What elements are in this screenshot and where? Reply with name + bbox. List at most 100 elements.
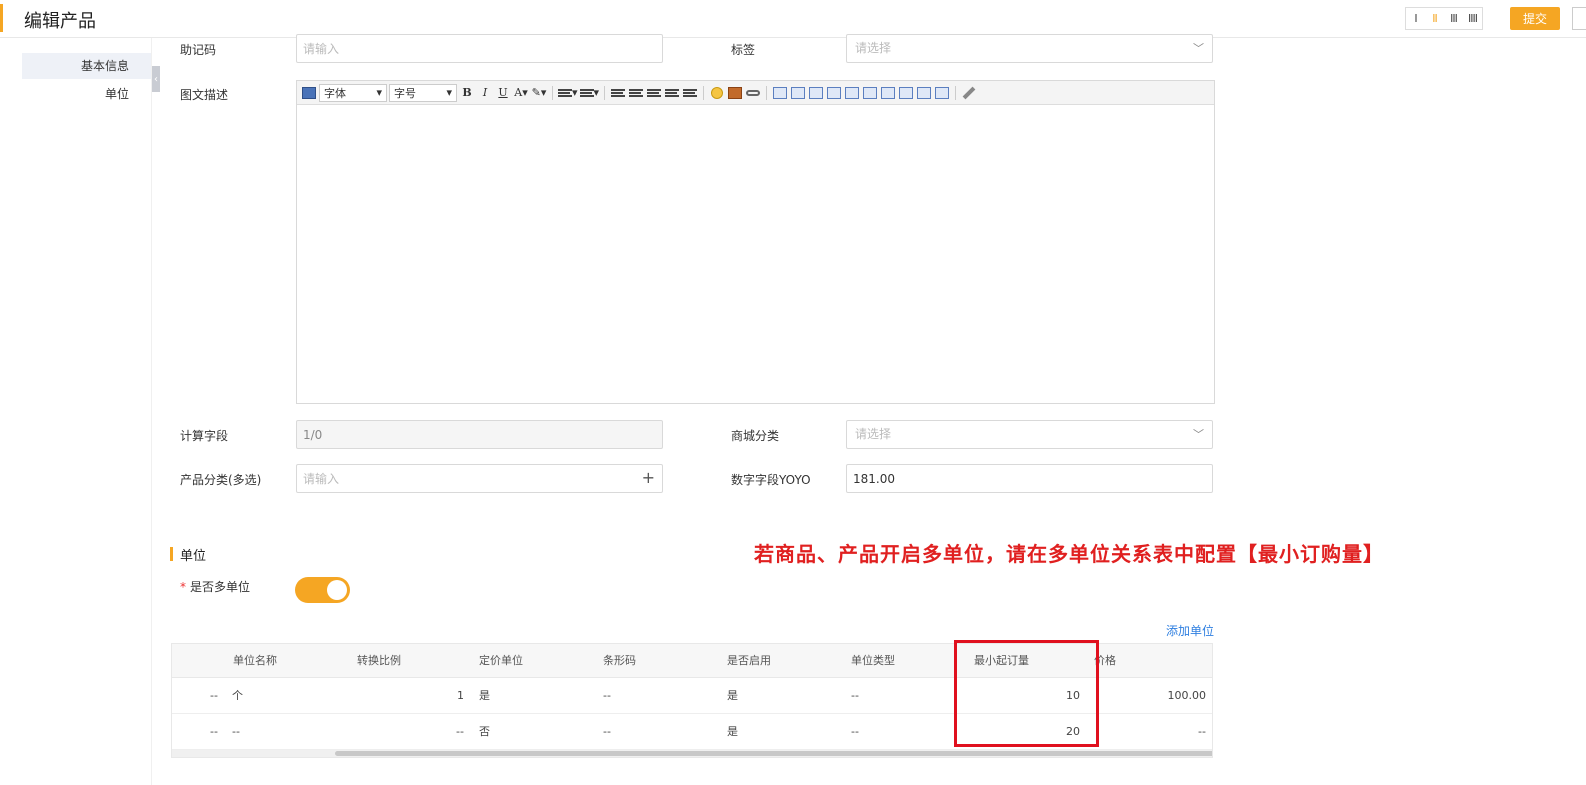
product-category-label: 产品分类(多选) bbox=[180, 473, 262, 487]
unordered-list-button[interactable]: ▾ bbox=[579, 84, 599, 102]
collapse-nav-toggle[interactable]: ‹ bbox=[152, 66, 160, 92]
column-header-conversion-ratio: 转换比例 bbox=[357, 654, 401, 667]
layout-4-column-button[interactable]: IIII bbox=[1463, 8, 1482, 29]
align-left-icon bbox=[629, 88, 644, 97]
insert-column-icon bbox=[863, 86, 878, 99]
tag-label: 标签 bbox=[731, 43, 756, 57]
page-title: 编辑产品 bbox=[24, 11, 96, 32]
indent-button[interactable] bbox=[610, 84, 626, 102]
link-icon bbox=[746, 89, 761, 96]
layout-switcher: I II III IIII bbox=[1405, 7, 1483, 30]
mnemonic-label: 助记码 bbox=[180, 43, 217, 57]
unit-name-cell: 个 bbox=[232, 689, 243, 702]
mall-category-label: 商城分类 bbox=[731, 429, 780, 443]
tag-select-placeholder: 请选择 bbox=[855, 41, 892, 55]
tag-select[interactable]: 请选择 ﹀ bbox=[846, 34, 1213, 63]
italic-button[interactable]: I bbox=[477, 84, 493, 102]
row-lead-cell: -- bbox=[210, 689, 218, 702]
editor-content-area[interactable] bbox=[297, 106, 1214, 403]
font-size-label: 字号 bbox=[394, 86, 416, 100]
toolbar-divider bbox=[955, 85, 957, 100]
font-family-select[interactable]: 字体 ▾ bbox=[319, 83, 387, 102]
add-icon[interactable]: + bbox=[642, 464, 655, 491]
dropdown-arrow-icon: ▾ bbox=[522, 86, 528, 99]
align-left-button[interactable] bbox=[628, 84, 644, 102]
align-right-button[interactable] bbox=[664, 84, 680, 102]
toolbar-divider bbox=[766, 85, 768, 100]
insert-table-button[interactable] bbox=[772, 84, 788, 102]
justify-button[interactable] bbox=[682, 84, 698, 102]
number-field-input[interactable] bbox=[846, 464, 1213, 493]
font-color-button[interactable]: A ▾ bbox=[513, 84, 529, 102]
horizontal-scrollbar[interactable] bbox=[172, 750, 1212, 757]
image-icon bbox=[728, 86, 743, 99]
eraser-icon bbox=[962, 86, 976, 99]
nav-item-unit[interactable]: 单位 bbox=[105, 85, 129, 102]
mall-category-select[interactable]: 请选择 ﹀ bbox=[846, 420, 1213, 449]
scrollbar-thumb[interactable] bbox=[335, 751, 1212, 756]
split-cells-button[interactable] bbox=[916, 84, 932, 102]
product-category-input[interactable] bbox=[296, 464, 663, 493]
multi-unit-toggle[interactable] bbox=[295, 577, 350, 603]
highlight-icon: ✎ bbox=[531, 86, 541, 99]
add-unit-link[interactable]: 添加单位 bbox=[1166, 622, 1214, 639]
delete-column-button[interactable] bbox=[880, 84, 896, 102]
conversion-ratio-cell: -- bbox=[456, 725, 464, 738]
emoji-button[interactable] bbox=[709, 84, 725, 102]
enabled-cell: 是 bbox=[727, 689, 738, 702]
merge-cells-button[interactable] bbox=[898, 84, 914, 102]
bold-button[interactable]: B bbox=[459, 84, 475, 102]
delete-column-icon bbox=[881, 86, 896, 99]
ordered-list-button[interactable]: ▾ bbox=[558, 84, 578, 102]
layout-2-column-button[interactable]: II bbox=[1425, 8, 1444, 29]
column-header-unit-type: 单位类型 bbox=[851, 654, 895, 667]
font-family-label: 字体 bbox=[324, 86, 346, 100]
image-button[interactable] bbox=[727, 84, 743, 102]
delete-table-icon bbox=[935, 86, 950, 99]
indent-icon bbox=[611, 88, 626, 97]
chevron-down-icon: ﹀ bbox=[1193, 42, 1204, 55]
section-accent-bar bbox=[170, 547, 173, 561]
ordered-list-icon bbox=[558, 88, 572, 97]
unit-type-cell: -- bbox=[851, 689, 859, 702]
layout-1-column-button[interactable]: I bbox=[1406, 8, 1425, 29]
multi-unit-label-text: 是否多单位 bbox=[190, 580, 251, 594]
title-accent-bar bbox=[0, 4, 3, 32]
dropdown-arrow-icon: ▾ bbox=[446, 86, 452, 99]
unit-name-cell: -- bbox=[232, 725, 240, 738]
submit-button[interactable]: 提交 bbox=[1510, 7, 1560, 30]
unit-section-title: 单位 bbox=[180, 549, 207, 564]
clear-format-button[interactable] bbox=[961, 84, 977, 102]
highlight-color-button[interactable]: ✎ ▾ bbox=[531, 84, 547, 102]
barcode-cell: -- bbox=[603, 725, 611, 738]
editor-toolbar: 字体 ▾ 字号 ▾ B I U A ▾ ✎ ▾ ▾ ▾ bbox=[297, 81, 1214, 105]
unit-type-cell: -- bbox=[851, 725, 859, 738]
delete-row-button[interactable] bbox=[844, 84, 860, 102]
cell-properties-button[interactable] bbox=[808, 84, 824, 102]
section-nav: 基本信息 单位 bbox=[0, 38, 152, 785]
insert-column-button[interactable] bbox=[862, 84, 878, 102]
align-center-button[interactable] bbox=[646, 84, 662, 102]
chevron-left-icon: ‹ bbox=[154, 73, 158, 85]
row-lead-cell: -- bbox=[210, 725, 218, 738]
toggle-knob bbox=[327, 580, 347, 600]
justify-icon bbox=[683, 88, 698, 97]
align-center-icon bbox=[647, 88, 662, 97]
unordered-list-icon bbox=[579, 88, 594, 97]
delete-table-button[interactable] bbox=[934, 84, 950, 102]
nav-item-basic-info[interactable]: 基本信息 bbox=[22, 53, 151, 79]
font-size-select[interactable]: 字号 ▾ bbox=[389, 83, 457, 102]
enabled-cell: 是 bbox=[727, 725, 738, 738]
mnemonic-input[interactable] bbox=[296, 34, 663, 63]
underline-button[interactable]: U bbox=[495, 84, 511, 102]
cell-properties-icon bbox=[809, 86, 824, 99]
table-properties-button[interactable] bbox=[790, 84, 806, 102]
link-button[interactable] bbox=[745, 84, 761, 102]
number-field-label: 数字字段YOYO bbox=[731, 473, 811, 487]
insert-row-button[interactable] bbox=[826, 84, 842, 102]
layout-3-column-button[interactable]: III bbox=[1444, 8, 1463, 29]
source-button[interactable] bbox=[301, 84, 317, 102]
multi-unit-label: * 是否多单位 bbox=[180, 578, 250, 595]
more-button[interactable] bbox=[1572, 7, 1586, 30]
toolbar-divider bbox=[552, 85, 553, 100]
